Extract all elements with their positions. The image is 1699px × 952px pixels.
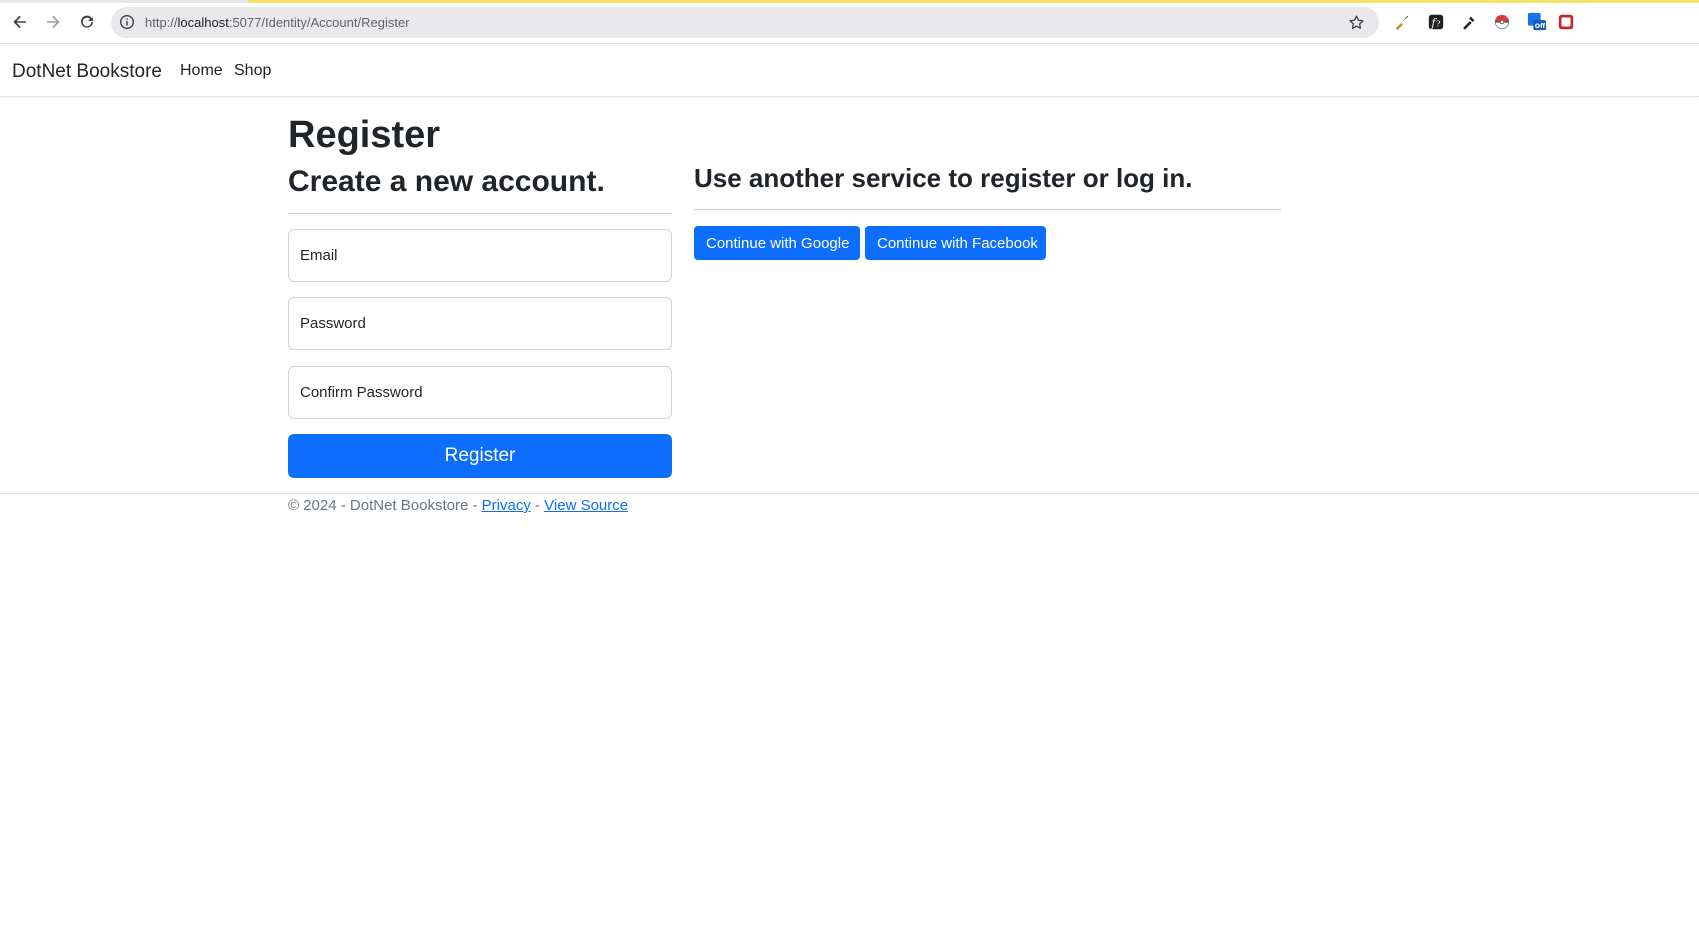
url-host: localhost [177, 15, 229, 30]
external-login-heading: Use another service to register or log i… [694, 163, 1193, 193]
confirm-password-input[interactable] [289, 367, 671, 418]
page-title: Register [288, 114, 441, 156]
external-login-divider [694, 209, 1281, 210]
password-input[interactable] [289, 298, 671, 349]
site-footer: © 2024 - DotNet Bookstore - Privacy - Vi… [288, 497, 628, 514]
back-icon[interactable] [8, 10, 32, 34]
confirm-password-field[interactable] [288, 366, 672, 419]
red-extension-icon[interactable] [1556, 12, 1576, 32]
register-form-heading: Create a new account. [288, 165, 605, 198]
email-field[interactable] [288, 229, 672, 282]
address-bar[interactable]: http://localhost:5077/Identity/Account/R… [111, 7, 1379, 38]
svg-text:?: ? [1436, 19, 1440, 29]
nav-link-home[interactable]: Home [180, 62, 223, 80]
tab-strip-edge [0, 0, 248, 3]
site-navbar: DotNet Bookstore Home Shop [0, 44, 1699, 97]
footer-separator: - [530, 497, 545, 514]
email-input[interactable] [289, 230, 671, 281]
page-load-indicator [248, 0, 1699, 3]
navbar-brand-link[interactable]: DotNet Bookstore [12, 61, 162, 83]
eyedropper-extension-icon[interactable] [1459, 12, 1479, 32]
bookmark-star-icon[interactable] [1348, 14, 1365, 31]
footer-copyright: © 2024 - DotNet Bookstore - [288, 497, 482, 514]
pokeball-extension-icon[interactable] [1492, 12, 1512, 32]
form-divider [288, 213, 672, 214]
brush-extension-icon[interactable] [1392, 12, 1412, 32]
url-path: :5077/Identity/Account/Register [228, 15, 410, 30]
continue-with-google-button[interactable]: Continue with Google [694, 226, 860, 260]
font-extension-icon[interactable]: f? [1426, 12, 1446, 32]
svg-text:Off: Off [1535, 23, 1546, 30]
forward-icon[interactable] [41, 10, 65, 34]
url-text[interactable]: http://localhost:5077/Identity/Account/R… [145, 15, 410, 30]
reload-icon[interactable] [75, 10, 99, 34]
privacy-link[interactable]: Privacy [482, 497, 531, 514]
url-scheme: http:// [145, 15, 178, 30]
password-field[interactable] [288, 297, 672, 350]
register-button[interactable]: Register [288, 434, 672, 478]
nav-link-shop[interactable]: Shop [234, 62, 271, 80]
footer-divider [0, 493, 1699, 494]
view-source-link[interactable]: View Source [544, 497, 628, 514]
browser-toolbar: http://localhost:5077/Identity/Account/R… [0, 0, 1699, 44]
continue-with-facebook-button[interactable]: Continue with Facebook [865, 226, 1046, 260]
site-info-icon[interactable] [119, 14, 135, 30]
toggle-off-extension-icon[interactable]: Off [1527, 12, 1547, 32]
